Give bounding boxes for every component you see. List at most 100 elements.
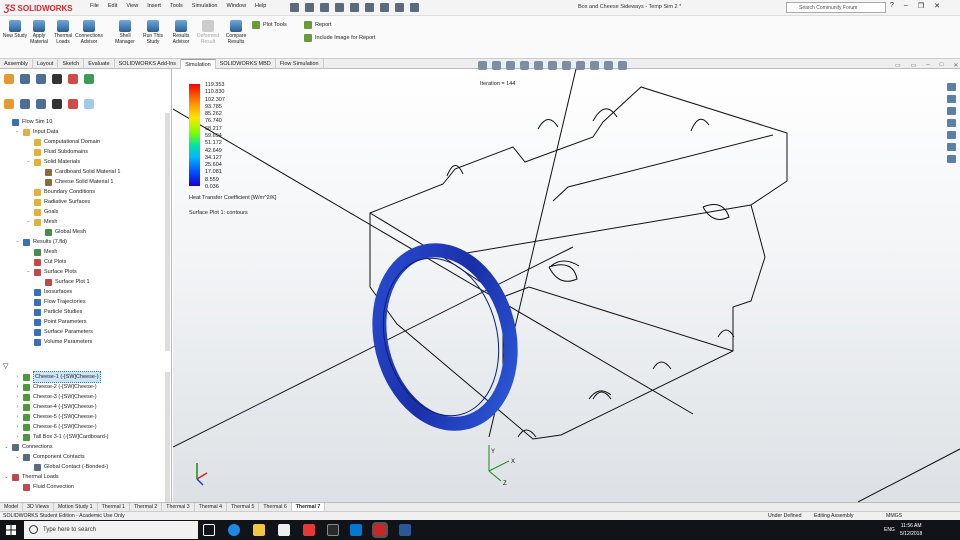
study-tab[interactable]: 3D Views xyxy=(23,503,54,511)
crosshair-icon[interactable] xyxy=(52,99,62,109)
tree-item[interactable]: › Cheese-3 (-[SW]Cheese-) xyxy=(0,392,166,402)
tree-item[interactable]: ⌄ Component Contacts xyxy=(0,452,166,462)
split-view-icon[interactable]: ▭ xyxy=(895,62,901,69)
study-tab[interactable]: Model xyxy=(0,503,24,511)
rebuild-icon[interactable] xyxy=(380,3,389,12)
home-icon[interactable] xyxy=(947,83,956,91)
print-icon[interactable] xyxy=(335,3,344,12)
configuration-icon[interactable] xyxy=(36,99,46,109)
study-tab[interactable]: Thermal 3 xyxy=(162,503,195,511)
tree-item[interactable]: Global Mesh xyxy=(0,227,166,237)
menu-item[interactable]: Edit xyxy=(108,3,117,9)
solidworks-taskbar-icon[interactable] xyxy=(372,522,388,538)
custom-properties-icon[interactable] xyxy=(947,143,956,151)
select-icon[interactable] xyxy=(365,3,374,12)
tree-item[interactable]: Surface Plot 1 xyxy=(0,277,166,287)
close-button[interactable]: ✕ xyxy=(934,2,940,10)
appearances-icon[interactable] xyxy=(947,131,956,139)
tree-item[interactable]: Volume Parameters xyxy=(0,337,166,347)
options-icon[interactable] xyxy=(410,3,419,12)
resources-icon[interactable] xyxy=(947,95,956,103)
scene-icon[interactable] xyxy=(604,61,613,70)
max-icon[interactable]: □ xyxy=(940,62,944,69)
tree-toggle-icon[interactable]: ⌄ xyxy=(4,472,9,482)
flow-analysis-icon[interactable] xyxy=(84,99,94,109)
menu-item[interactable]: File xyxy=(90,3,99,9)
tree-toggle-icon[interactable]: › xyxy=(15,422,20,432)
tree-item[interactable]: › Tall Box 3-1 (-[SW]Cardboard-) xyxy=(0,432,166,442)
tree-item[interactable]: › Cheese-4 (-[SW]Cheese-) xyxy=(0,402,166,412)
tree-item[interactable]: Fluid Subdomains xyxy=(0,147,166,157)
solidworks-logo[interactable]: ƷS SOLIDWORKS xyxy=(4,2,73,14)
study-scrollbar[interactable] xyxy=(165,372,170,512)
tree-item[interactable]: Mesh xyxy=(0,247,166,257)
property-tab-icon[interactable] xyxy=(20,74,30,84)
hide-show-icon[interactable] xyxy=(576,61,585,70)
dimxpert-tab-icon[interactable] xyxy=(52,74,62,84)
file-properties-icon[interactable] xyxy=(395,3,404,12)
flow-tab-icon[interactable] xyxy=(84,74,94,84)
tree-item[interactable]: ⌄ Connections xyxy=(0,442,166,452)
include-image-button[interactable]: Include Image for Report xyxy=(304,34,376,42)
graphics-viewport[interactable]: Y X Z xyxy=(173,69,960,502)
view-settings-icon[interactable] xyxy=(618,61,627,70)
tree-toggle-icon[interactable]: › xyxy=(15,392,20,402)
outlook-icon[interactable] xyxy=(350,524,362,536)
edit-appearance-icon[interactable] xyxy=(590,61,599,70)
tree-toggle-icon[interactable]: › xyxy=(15,372,20,382)
tree-item[interactable]: − Input Data xyxy=(0,127,166,137)
ribbon-button[interactable]: Shell Manager xyxy=(110,20,140,45)
taskbar-clock[interactable]: 11:56 AM 5/12/2018 xyxy=(900,522,922,538)
tree-scrollbar[interactable] xyxy=(165,113,170,351)
feature-tree-tab-icon[interactable] xyxy=(4,74,14,84)
tree-item[interactable]: Cut Plots xyxy=(0,257,166,267)
display-style-icon[interactable] xyxy=(562,61,571,70)
tree-toggle-icon[interactable]: − xyxy=(26,157,31,167)
tree-item[interactable]: Flow Trajectories xyxy=(0,297,166,307)
tree-item[interactable]: Flow Sim 10 xyxy=(0,117,166,127)
minimize-button[interactable]: – xyxy=(904,2,908,10)
study-tab[interactable]: Thermal 7 xyxy=(291,503,326,511)
tree-item[interactable]: › Cheese-5 (-[SW]Cheese-) xyxy=(0,412,166,422)
config-tab-icon[interactable] xyxy=(36,74,46,84)
tree-item[interactable]: − Solid Materials xyxy=(0,157,166,167)
tree-toggle-icon[interactable]: ⌄ xyxy=(4,442,9,452)
tree-item[interactable]: Particle Studies xyxy=(0,307,166,317)
ribbon-button[interactable]: Connections Advisor xyxy=(74,20,104,45)
undo-icon[interactable] xyxy=(350,3,359,12)
study-tab[interactable]: Thermal 6 xyxy=(259,503,292,511)
search-input[interactable]: Search Community Forum xyxy=(786,2,886,13)
close-view-icon[interactable]: ✕ xyxy=(953,62,958,69)
menu-item[interactable]: Simulation xyxy=(192,3,218,9)
dynamic-annotation-icon[interactable] xyxy=(534,61,543,70)
ribbon-button[interactable]: Results Advisor xyxy=(166,20,196,45)
tree-item[interactable]: › Cheese-1 (-[SW]Cheese-) xyxy=(0,371,166,383)
command-tab[interactable]: Flow Simulation xyxy=(276,59,324,69)
study-tab[interactable]: Thermal 5 xyxy=(227,503,260,511)
menu-item[interactable]: Tools xyxy=(170,3,183,9)
tree-item[interactable]: Goals xyxy=(0,207,166,217)
new-icon[interactable] xyxy=(290,3,299,12)
ribbon-button[interactable]: Deformed Result xyxy=(193,20,223,45)
command-tab[interactable]: Sketch xyxy=(58,59,85,69)
taskbar-search-input[interactable]: Type here to search xyxy=(24,521,198,539)
command-tab[interactable]: Layout xyxy=(33,59,59,69)
command-tab[interactable]: SOLIDWORKS Add-Ins xyxy=(115,59,182,69)
tree-toggle-icon[interactable]: › xyxy=(15,402,20,412)
windows-start-icon[interactable] xyxy=(6,525,16,535)
zoom-area-icon[interactable] xyxy=(492,61,501,70)
tile-icon[interactable]: ▭ xyxy=(911,62,917,69)
edge-icon[interactable] xyxy=(228,524,240,536)
calculator-icon[interactable] xyxy=(327,524,339,536)
menu-item[interactable]: Help xyxy=(255,3,266,9)
command-tab[interactable]: SOLIDWORKS MBD xyxy=(216,59,276,69)
word-icon[interactable] xyxy=(399,524,411,536)
study-tab[interactable]: Thermal 2 xyxy=(130,503,163,511)
tree-item[interactable]: › Cheese-6 (-[SW]Cheese-) xyxy=(0,422,166,432)
tree-toggle-icon[interactable]: − xyxy=(26,217,31,227)
ribbon-button[interactable]: Run This Study xyxy=(138,20,168,45)
zoom-to-fit-icon[interactable] xyxy=(478,61,487,70)
help-icon[interactable]: ? xyxy=(890,2,894,10)
tree-item[interactable]: Boundary Conditions xyxy=(0,187,166,197)
section-view-icon[interactable] xyxy=(520,61,529,70)
